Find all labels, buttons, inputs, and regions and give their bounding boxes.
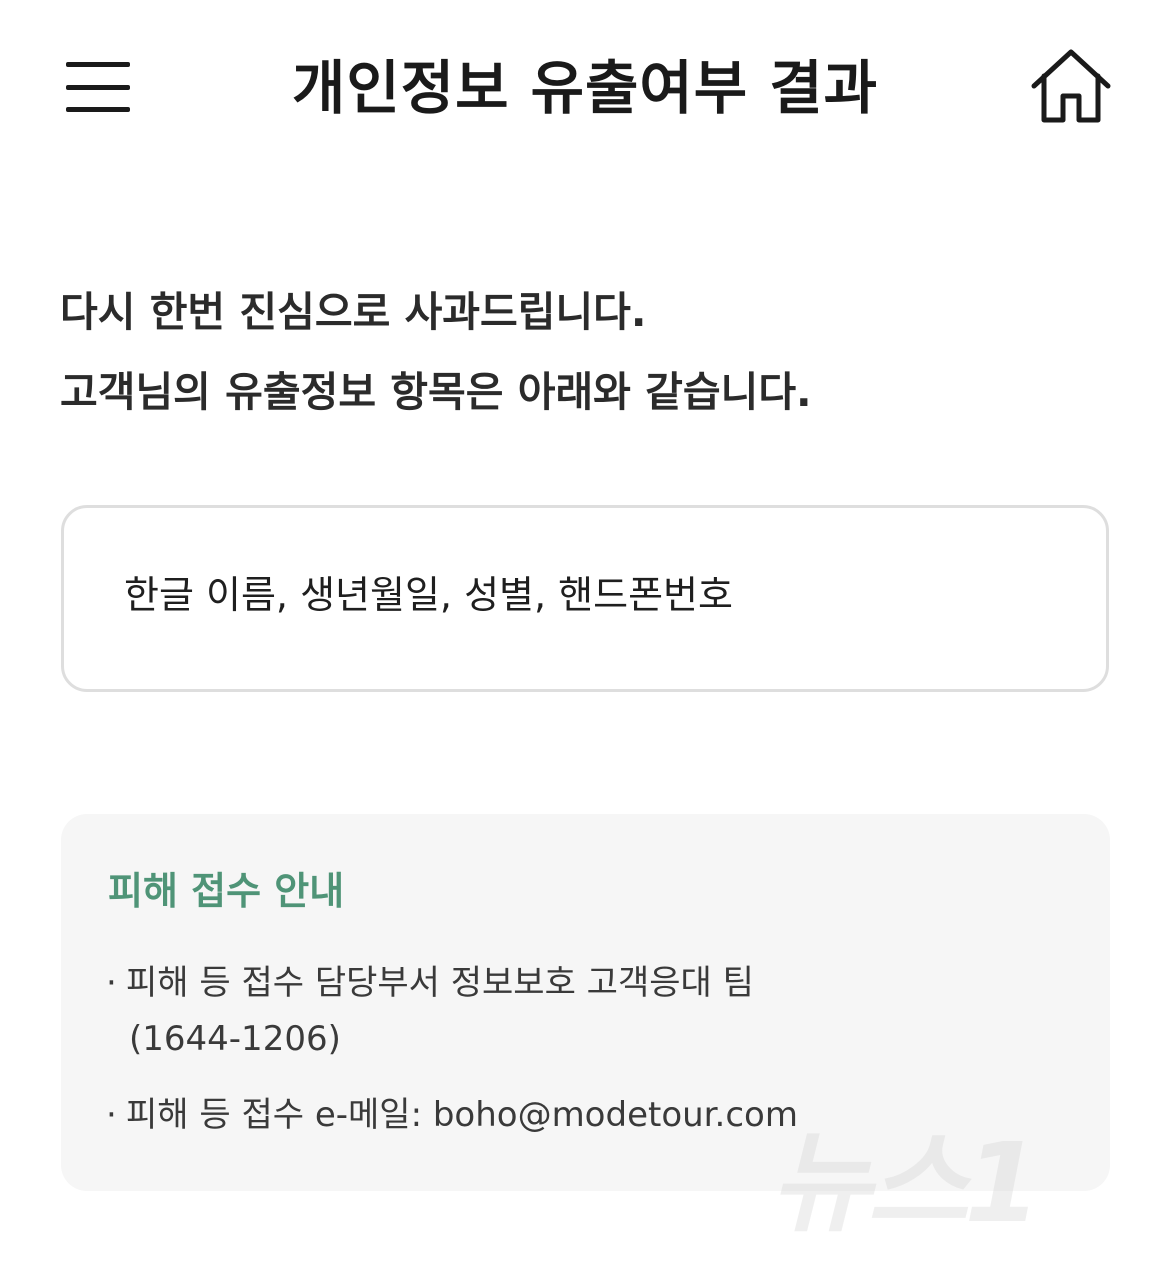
apology-line-2: 고객님의 유출정보 항목은 아래와 같습니다.: [60, 368, 812, 416]
leaked-items-box: 한글 이름, 생년월일, 성별, 핸드폰번호: [61, 505, 1109, 692]
apology-line-1: 다시 한번 진심으로 사과드립니다.: [60, 288, 647, 336]
notice-line-department: · 피해 등 접수 담당부서 정보보호 고객응대 팀: [106, 960, 754, 1006]
top-app-bar: 개인정보 유출여부 결과: [0, 0, 1170, 175]
notice-line-phone: (1644-1206): [129, 1016, 341, 1062]
menu-bar-bottom: [66, 107, 130, 112]
email-text[interactable]: 피해 등 접수 e-메일: boho@modetour.com: [126, 1095, 798, 1135]
bullet-dot: ·: [106, 963, 117, 1003]
apology-message: 다시 한번 진심으로 사과드립니다. 고객님의 유출정보 항목은 아래와 같습니…: [60, 272, 1110, 432]
leaked-items-text: 한글 이름, 생년월일, 성별, 핸드폰번호: [124, 573, 733, 617]
damage-report-notice: 피해 접수 안내 · 피해 등 접수 담당부서 정보보호 고객응대 팀 (1644…: [61, 814, 1110, 1191]
page-title: 개인정보 유출여부 결과: [292, 54, 878, 122]
hamburger-menu-icon[interactable]: [60, 52, 136, 122]
phone-number[interactable]: (1644-1206): [129, 1019, 341, 1059]
menu-bar-middle: [66, 84, 130, 90]
bullet-dot: ·: [106, 1095, 117, 1135]
notice-title: 피해 접수 안내: [108, 869, 345, 913]
notice-line-email: · 피해 등 접수 e-메일: boho@modetour.com: [106, 1092, 798, 1138]
menu-bar-top: [66, 62, 130, 67]
home-icon[interactable]: [1028, 46, 1114, 128]
department-text: 피해 등 접수 담당부서 정보보호 고객응대 팀: [126, 963, 754, 1003]
